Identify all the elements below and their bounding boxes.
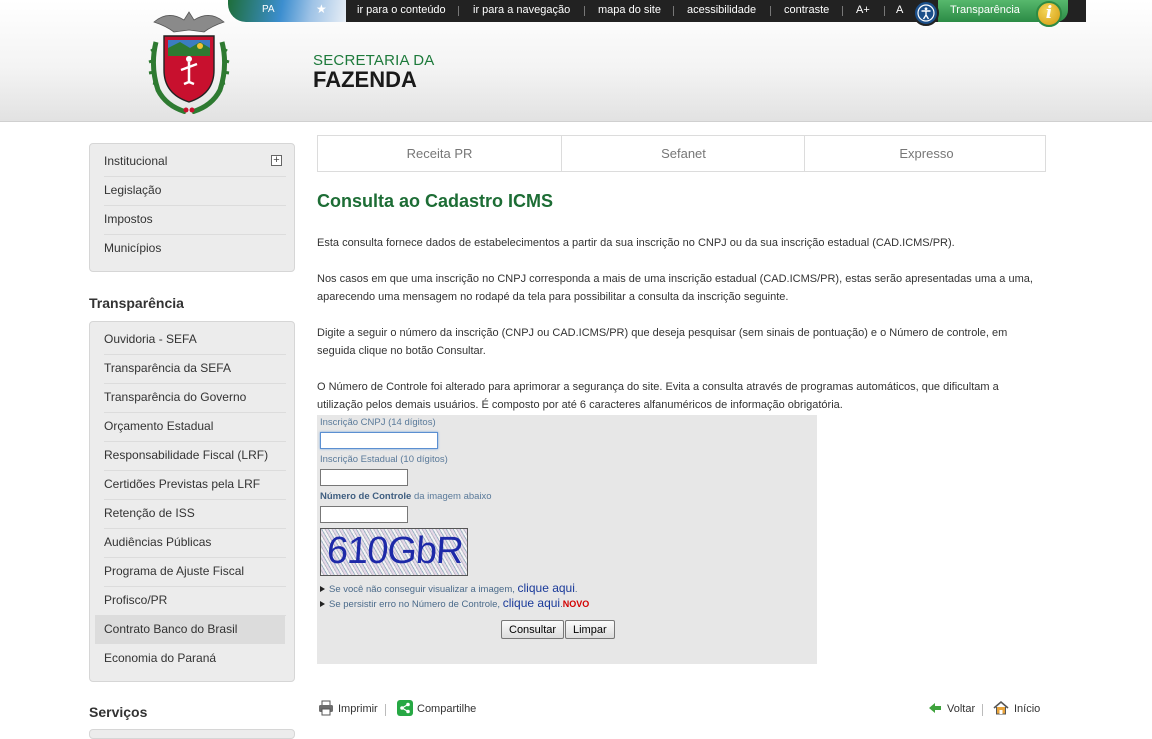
sidebar-item-orcamento[interactable]: Orçamento Estadual: [104, 412, 286, 442]
sidebar-menu-servicos: [89, 729, 295, 739]
back-arrow-icon[interactable]: [927, 700, 943, 716]
top-bar: PA ★ ir para o conteúdo ir para a navega…: [228, 0, 1086, 27]
sidebar-item-iss[interactable]: Retenção de ISS: [104, 499, 286, 529]
captcha-text: 610GbR: [325, 530, 465, 572]
divider: [458, 6, 459, 16]
control-number-paragraph: O Número de Controle foi alterado para a…: [317, 381, 999, 411]
sidebar-item-banco-brasil[interactable]: Contrato Banco do Brasil: [95, 615, 285, 644]
sidebar-item-certidoes[interactable]: Certidões Previstas pela LRF: [104, 470, 286, 500]
parana-coat-of-arms-logo[interactable]: [146, 8, 232, 115]
sidebar-item-ajuste-fiscal[interactable]: Programa de Ajuste Fiscal: [104, 557, 286, 587]
error-help-link[interactable]: clique aqui: [503, 596, 560, 610]
divider: [673, 6, 674, 16]
sidebar-menu-transparencia: Ouvidoria - SEFA Transparência da SEFA T…: [89, 321, 295, 682]
consulta-form: Inscrição CNPJ (14 dígitos) Inscrição Es…: [317, 415, 817, 664]
sidebar-heading-transparencia: Transparência: [89, 295, 184, 311]
transparencia-label: Transparência: [950, 4, 1020, 16]
tab-expresso[interactable]: Expresso: [804, 136, 1048, 171]
skip-to-content-link[interactable]: ir para o conteúdo: [357, 4, 446, 16]
intro-paragraph: Esta consulta fornece dados de estabelec…: [317, 237, 955, 249]
brand-fazenda: FAZENDA: [313, 67, 417, 92]
consultar-button[interactable]: Consultar: [501, 620, 565, 639]
skip-to-navigation-link[interactable]: ir para a navegação: [473, 4, 570, 16]
sidebar-item-transparencia-governo[interactable]: Transparência do Governo: [104, 383, 286, 413]
page-title: Consulta ao Cadastro ICMS: [317, 191, 554, 211]
controle-label-bold: Número de Controle: [320, 491, 412, 502]
inicio-link[interactable]: Início: [1014, 703, 1040, 715]
ie-input[interactable]: [320, 469, 408, 486]
sitemap-link[interactable]: mapa do site: [598, 4, 661, 16]
cnpj-label: Inscrição CNPJ (14 dígitos): [320, 417, 436, 428]
font-increase-link[interactable]: A+: [856, 4, 870, 16]
instructions-paragraph: Digite a seguir o número da inscrição (C…: [317, 327, 1008, 357]
multiple-registrations-paragraph: Nos casos em que uma inscrição no CNPJ c…: [317, 273, 1033, 303]
sidebar-item-ouvidoria[interactable]: Ouvidoria - SEFA: [104, 325, 286, 355]
imprimir-link[interactable]: Imprimir: [338, 703, 378, 715]
help-error-line: Se persistir erro no Número de Controle,…: [320, 596, 589, 610]
reload-image-link[interactable]: clique aqui: [518, 581, 575, 595]
sidebar-item-impostos[interactable]: Impostos: [104, 205, 286, 235]
sidebar-item-economia[interactable]: Economia do Paraná: [104, 644, 286, 673]
controle-input[interactable]: [320, 506, 408, 523]
accessibility-link[interactable]: acessibilidade: [687, 4, 756, 16]
flag-text: PA: [262, 4, 275, 15]
help-error-text: Se persistir erro no Número de Controle,: [329, 599, 503, 610]
sidebar-item-legislacao[interactable]: Legislação: [104, 176, 286, 206]
divider: [584, 6, 585, 16]
cnpj-input[interactable]: [320, 432, 438, 449]
expand-plus-icon[interactable]: +: [271, 155, 282, 166]
person-icon: [917, 4, 935, 22]
printer-icon[interactable]: [318, 700, 334, 716]
sidebar-item-audiencias[interactable]: Audiências Públicas: [104, 528, 286, 558]
share-icon[interactable]: [397, 700, 413, 716]
sidebar-item-municipios[interactable]: Municípios: [104, 234, 286, 263]
sidebar-item-transparencia-sefa[interactable]: Transparência da SEFA: [104, 354, 286, 384]
novo-badge: NOVO: [562, 599, 590, 609]
sidebar-item-lrf[interactable]: Responsabilidade Fiscal (LRF): [104, 441, 286, 471]
top-tabs: Receita PR Sefanet Expresso: [317, 135, 1046, 172]
controle-label: Número de Controle da imagem abaixo: [320, 491, 492, 502]
controle-label-rest: da imagem abaixo: [411, 491, 492, 502]
page-tools: Imprimir Compartilhe Voltar Início: [317, 700, 1046, 720]
voltar-link[interactable]: Voltar: [947, 703, 975, 715]
sidebar-heading-servicos: Serviços: [89, 704, 148, 720]
divider: [884, 6, 885, 16]
help-image-end: .: [574, 584, 578, 595]
divider: [770, 6, 771, 16]
tab-sefanet[interactable]: Sefanet: [561, 136, 805, 171]
sidebar-item-profisco[interactable]: Profisco/PR: [104, 586, 286, 616]
help-image-line: Se você não conseguir visualizar a image…: [320, 581, 578, 595]
sidebar-item-label: Institucional: [104, 154, 168, 168]
arrow-right-icon: [320, 601, 325, 607]
captcha-image: 610GbR: [320, 528, 468, 576]
divider: [982, 704, 983, 716]
arrow-right-icon: [320, 586, 325, 592]
site-header: PA ★ ir para o conteúdo ir para a navega…: [0, 0, 1152, 122]
font-normal-link[interactable]: A: [896, 4, 903, 16]
accessibility-icon[interactable]: [913, 0, 939, 26]
ie-label: Inscrição Estadual (10 dígitos): [320, 454, 448, 465]
help-image-text: Se você não conseguir visualizar a image…: [329, 584, 518, 595]
tab-receita-pr[interactable]: Receita PR: [318, 136, 561, 171]
star-icon: ★: [316, 2, 327, 16]
divider: [842, 6, 843, 16]
contrast-link[interactable]: contraste: [784, 4, 829, 16]
sidebar-item-institucional[interactable]: Institucional +: [104, 147, 286, 177]
info-icon[interactable]: i: [1036, 1, 1062, 27]
flag-banner: PA ★: [228, 0, 346, 22]
limpar-button[interactable]: Limpar: [565, 620, 615, 639]
compartilhe-link[interactable]: Compartilhe: [417, 703, 476, 715]
sidebar-menu-main: Institucional + Legislação Impostos Muni…: [89, 143, 295, 272]
home-icon[interactable]: [993, 700, 1009, 716]
divider: [385, 704, 386, 716]
